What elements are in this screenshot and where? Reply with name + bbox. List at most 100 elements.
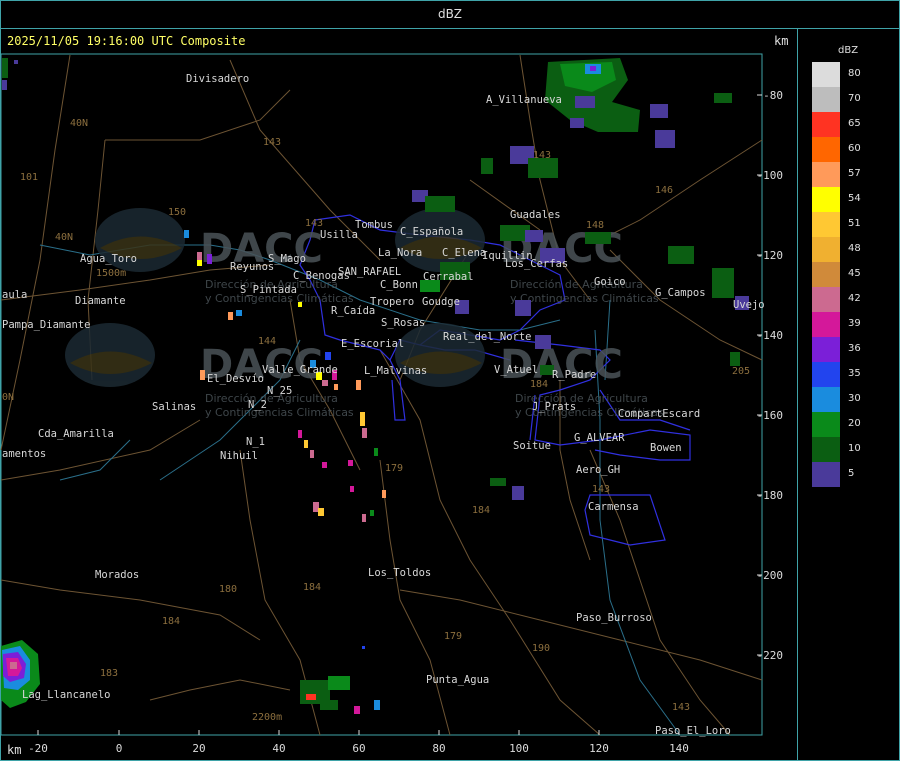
road-label: 2200m xyxy=(252,712,282,723)
place-label: CompartEscard xyxy=(618,408,700,420)
legend-value: 80 xyxy=(848,68,861,79)
place-label: Los_Cerfas xyxy=(505,258,568,270)
legend-swatch xyxy=(812,212,840,237)
road-label: 143 xyxy=(305,218,323,229)
y-tick-label: -180 xyxy=(757,489,784,502)
place-label: La_Nora xyxy=(378,247,422,259)
x-tick-label: 40 xyxy=(272,742,285,755)
x-tick-label: 60 xyxy=(352,742,365,755)
legend-swatch xyxy=(812,187,840,212)
x-tick-label: 0 xyxy=(116,742,123,755)
echo-cell xyxy=(374,448,378,456)
place-label: L_Malvinas xyxy=(364,365,427,377)
echo-cell xyxy=(356,380,361,390)
road-label: 179 xyxy=(444,631,462,642)
legend-value: 48 xyxy=(848,243,861,254)
echo-cell xyxy=(310,450,314,458)
place-label: S_Rosas xyxy=(381,317,425,329)
echo-cell xyxy=(362,428,367,438)
echo-cell xyxy=(590,66,596,71)
echo-cell xyxy=(304,440,308,448)
echo-cell xyxy=(730,352,740,366)
echo-cell xyxy=(570,118,584,128)
echo-cell xyxy=(322,462,327,468)
road-label: 1500m xyxy=(96,268,126,279)
x-tick-label: 120 xyxy=(589,742,609,755)
road-label: 184 xyxy=(472,505,490,516)
road-label: 144 xyxy=(258,336,276,347)
echo-cell xyxy=(2,58,8,78)
echo-cell xyxy=(298,430,302,438)
legend-swatch xyxy=(812,112,840,137)
legend-swatch xyxy=(812,462,840,487)
echo-cell xyxy=(382,490,386,498)
place-label: J_Prats xyxy=(532,401,576,413)
place-label: amentos xyxy=(2,448,46,460)
place-label: R_Padre xyxy=(552,369,596,381)
place-label: Nihuil xyxy=(220,450,258,462)
road-label: 143 xyxy=(263,137,281,148)
echo-cell xyxy=(525,230,543,242)
echo-cell xyxy=(350,486,354,492)
place-label: Carmensa xyxy=(588,501,639,513)
place-label: Cda_Amarilla xyxy=(38,428,114,440)
place-label: Uvejo xyxy=(733,299,765,311)
echo-cell xyxy=(322,380,328,386)
place-label: Diamante xyxy=(75,295,126,307)
legend-value: 35 xyxy=(848,368,861,379)
echo-cell xyxy=(10,662,17,669)
legend-value: 45 xyxy=(848,268,861,279)
echo-cell xyxy=(2,80,7,90)
road-label: 101 xyxy=(20,172,38,183)
place-label: V_Atuel xyxy=(494,364,538,376)
place-label: A_Villanueva xyxy=(486,94,562,106)
echo-cell xyxy=(228,312,233,320)
legend-value: 60 xyxy=(848,143,861,154)
echo-cell xyxy=(490,478,506,486)
echo-cell xyxy=(481,158,493,174)
echo-cell xyxy=(184,230,189,238)
place-label: Los_Toldos xyxy=(368,567,431,579)
place-label: Pampa_Diamante xyxy=(2,319,91,331)
echo-cell xyxy=(334,384,338,390)
place-label: Goudge xyxy=(422,296,460,308)
echo-cell xyxy=(362,514,366,522)
x-tick-label: 140 xyxy=(669,742,689,755)
legend-value: 70 xyxy=(848,93,861,104)
legend-value: 30 xyxy=(848,393,861,404)
place-label: Divisadero xyxy=(186,73,249,85)
radar-map: DACC Dirección de Agricultura y Continge… xyxy=(0,53,784,755)
y-tick-label: -160 xyxy=(757,409,784,422)
echo-cell xyxy=(318,508,324,516)
river-network xyxy=(39,244,681,736)
y-tick-label: -200 xyxy=(757,569,784,582)
echo-cell xyxy=(370,510,374,516)
place-label: G_ALVEAR xyxy=(574,432,625,444)
road-label: 40N xyxy=(55,232,73,243)
y-tick-label: -120 xyxy=(757,249,784,262)
place-label: E_Escorial xyxy=(341,338,404,350)
place-label: Aero_GH xyxy=(576,464,620,476)
echo-cell xyxy=(655,130,675,148)
road-label: 146 xyxy=(655,185,673,196)
echo-cell xyxy=(200,370,205,380)
legend-value: 51 xyxy=(848,218,861,229)
place-label: S_Pintada xyxy=(240,284,297,296)
road-label: 143 xyxy=(533,150,551,161)
y-axis-labels: -80 -100 -120 -140 -160 -180 -200 -220 xyxy=(757,89,784,662)
road-label: 40N xyxy=(70,118,88,129)
y-tick-label: -80 xyxy=(763,89,783,102)
watermark-line2-2: y Contingencias Climáticas xyxy=(510,292,659,305)
echo-cell xyxy=(306,694,316,700)
place-label: Soitue xyxy=(513,440,551,452)
road-label: 143 xyxy=(672,702,690,713)
place-label: N_2 xyxy=(248,399,267,411)
echo-cell xyxy=(425,196,455,212)
legend-swatch xyxy=(812,437,840,462)
place-label: Morados xyxy=(95,569,139,581)
echo-cell xyxy=(515,300,531,316)
x-tick-label: 100 xyxy=(509,742,529,755)
legend-value: 20 xyxy=(848,418,861,429)
road-label: 143 xyxy=(592,484,610,495)
legend-value: 54 xyxy=(848,193,861,204)
